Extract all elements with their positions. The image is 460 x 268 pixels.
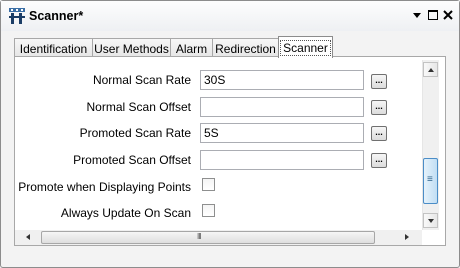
tab-identification[interactable]: Identification xyxy=(14,38,93,57)
chevron-down-icon xyxy=(413,12,421,18)
promote-when-displaying-label: Promote when Displaying Points xyxy=(18,180,191,194)
always-update-row: Always Update On Scan xyxy=(15,202,191,224)
scroll-down-button[interactable] xyxy=(423,213,438,228)
tab-alarm[interactable]: Alarm xyxy=(170,38,213,57)
window-title: Scanner* xyxy=(29,9,84,23)
tab-label: Alarm xyxy=(175,42,208,56)
tab-user-methods[interactable]: User Methods xyxy=(92,38,171,57)
tab-scanner[interactable]: Scanner xyxy=(278,36,333,58)
normal-scan-offset-input[interactable] xyxy=(200,97,364,117)
arrow-up-icon xyxy=(428,68,434,72)
normal-scan-offset-label: Normal Scan Offset xyxy=(86,100,191,114)
promoted-scan-rate-input[interactable] xyxy=(200,123,364,143)
normal-scan-offset-browse-button[interactable]: ... xyxy=(371,100,387,115)
close-icon xyxy=(443,10,453,20)
promote-when-displaying-row: Promote when Displaying Points xyxy=(15,176,191,198)
tab-label: Identification xyxy=(19,42,88,56)
tab-redirection[interactable]: Redirection xyxy=(212,38,279,57)
promoted-scan-offset-row: Promoted Scan Offset xyxy=(15,149,191,171)
vertical-scroll-thumb[interactable]: ≡ xyxy=(423,158,438,204)
promoted-scan-offset-label: Promoted Scan Offset xyxy=(73,153,191,167)
grip-icon: ≡ xyxy=(427,174,433,185)
promoted-scan-offset-browse-button[interactable]: ... xyxy=(371,153,387,168)
arrow-left-icon[interactable] xyxy=(26,234,30,240)
tab-label: Scanner xyxy=(280,40,331,56)
promoted-scan-offset-input[interactable] xyxy=(200,150,364,170)
promote-when-displaying-checkbox[interactable] xyxy=(202,178,215,191)
normal-scan-rate-label: Normal Scan Rate xyxy=(92,73,191,87)
normal-scan-rate-input[interactable] xyxy=(200,70,364,90)
tab-label: Redirection xyxy=(215,42,276,56)
vertical-scrollbar[interactable]: ≡ xyxy=(422,60,439,230)
maximize-icon xyxy=(428,10,438,20)
arrow-down-icon xyxy=(428,219,434,223)
promoted-scan-rate-row: Promoted Scan Rate xyxy=(15,122,191,144)
dropdown-arrow-button[interactable] xyxy=(410,8,424,22)
title-bar: Scanner* xyxy=(1,1,459,31)
grip-icon: III xyxy=(197,232,202,241)
always-update-checkbox[interactable] xyxy=(202,204,215,217)
close-button[interactable] xyxy=(441,8,455,22)
horizontal-scroll-thumb[interactable]: III xyxy=(41,231,375,244)
maximize-button[interactable] xyxy=(426,8,440,22)
promoted-scan-rate-label: Promoted Scan Rate xyxy=(79,126,191,140)
scroll-up-button[interactable] xyxy=(423,62,438,77)
horizontal-scrollbar[interactable]: III xyxy=(15,230,422,245)
normal-scan-offset-row: Normal Scan Offset xyxy=(15,96,191,118)
scanner-window: Scanner* Identification User Methods Ala… xyxy=(0,0,460,268)
arrow-right-icon[interactable] xyxy=(405,234,409,240)
normal-scan-rate-row: Normal Scan Rate xyxy=(15,69,191,91)
tab-label: User Methods xyxy=(94,42,169,56)
always-update-label: Always Update On Scan xyxy=(60,206,191,220)
promoted-scan-rate-browse-button[interactable]: ... xyxy=(371,126,387,141)
scanner-tag-icon xyxy=(9,8,25,24)
normal-scan-rate-browse-button[interactable]: ... xyxy=(371,74,387,89)
